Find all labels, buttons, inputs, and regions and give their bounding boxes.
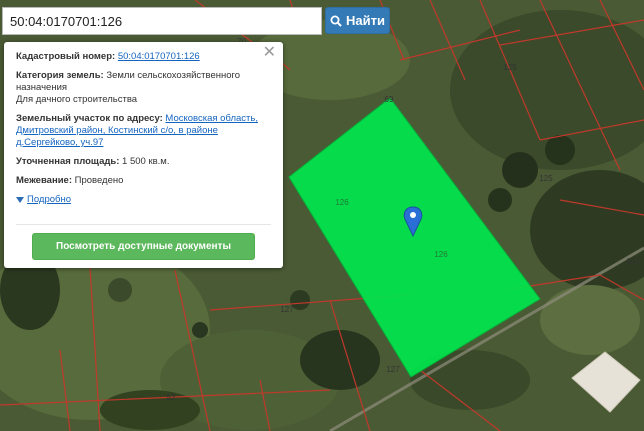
survey-row: Межевание: Проведено <box>16 175 271 187</box>
plot-label: 126 <box>434 250 448 259</box>
triangle-down-icon <box>16 197 24 203</box>
search-input[interactable] <box>3 8 321 34</box>
parcel-label: 69 <box>385 95 394 104</box>
area-row: Уточненная площадь: 1 500 кв.м. <box>16 156 271 168</box>
category-label: Категория земель: <box>16 70 104 81</box>
cadastral-link[interactable]: 50:04:0170701:126 <box>118 51 200 62</box>
plot-label: 126 <box>335 198 349 207</box>
area-label: Уточненная площадь: <box>16 156 120 167</box>
close-icon[interactable]: ✕ <box>263 45 276 61</box>
area-value: 1 500 кв.м. <box>122 156 170 167</box>
details-link[interactable]: Подробно <box>27 194 71 206</box>
cadastral-row: Кадастровый номер: 50:04:0170701:126 <box>16 51 271 63</box>
parcel-label: 127 <box>386 365 400 374</box>
category-row: Категория земель: Земли сельскохозяйстве… <box>16 70 271 106</box>
search-button[interactable]: Найти <box>325 7 390 34</box>
search-icon <box>330 15 342 27</box>
parcel-label: 125 <box>539 174 553 183</box>
parcel-label: 125 <box>503 63 517 72</box>
address-label: Земельный участок по адресу: <box>16 113 163 124</box>
land-use-value: Для дачного строительства <box>16 94 138 105</box>
parcel-label: 161 <box>626 257 640 266</box>
divider <box>16 224 271 225</box>
search-button-label: Найти <box>346 13 385 28</box>
parcel-info-popup: ✕ Кадастровый номер: 50:04:0170701:126 К… <box>4 42 283 268</box>
view-documents-button[interactable]: Посмотреть доступные документы <box>32 233 255 260</box>
parcel-label: 127 <box>280 305 294 314</box>
details-toggle[interactable]: Подробно <box>16 194 271 206</box>
survey-label: Межевание: <box>16 175 72 186</box>
address-row: Земельный участок по адресу: Московская … <box>16 113 271 149</box>
survey-value: Проведено <box>74 175 124 186</box>
parcel-label: 52 <box>167 393 176 402</box>
search-box[interactable] <box>2 7 322 35</box>
cadastral-label: Кадастровый номер: <box>16 51 116 62</box>
